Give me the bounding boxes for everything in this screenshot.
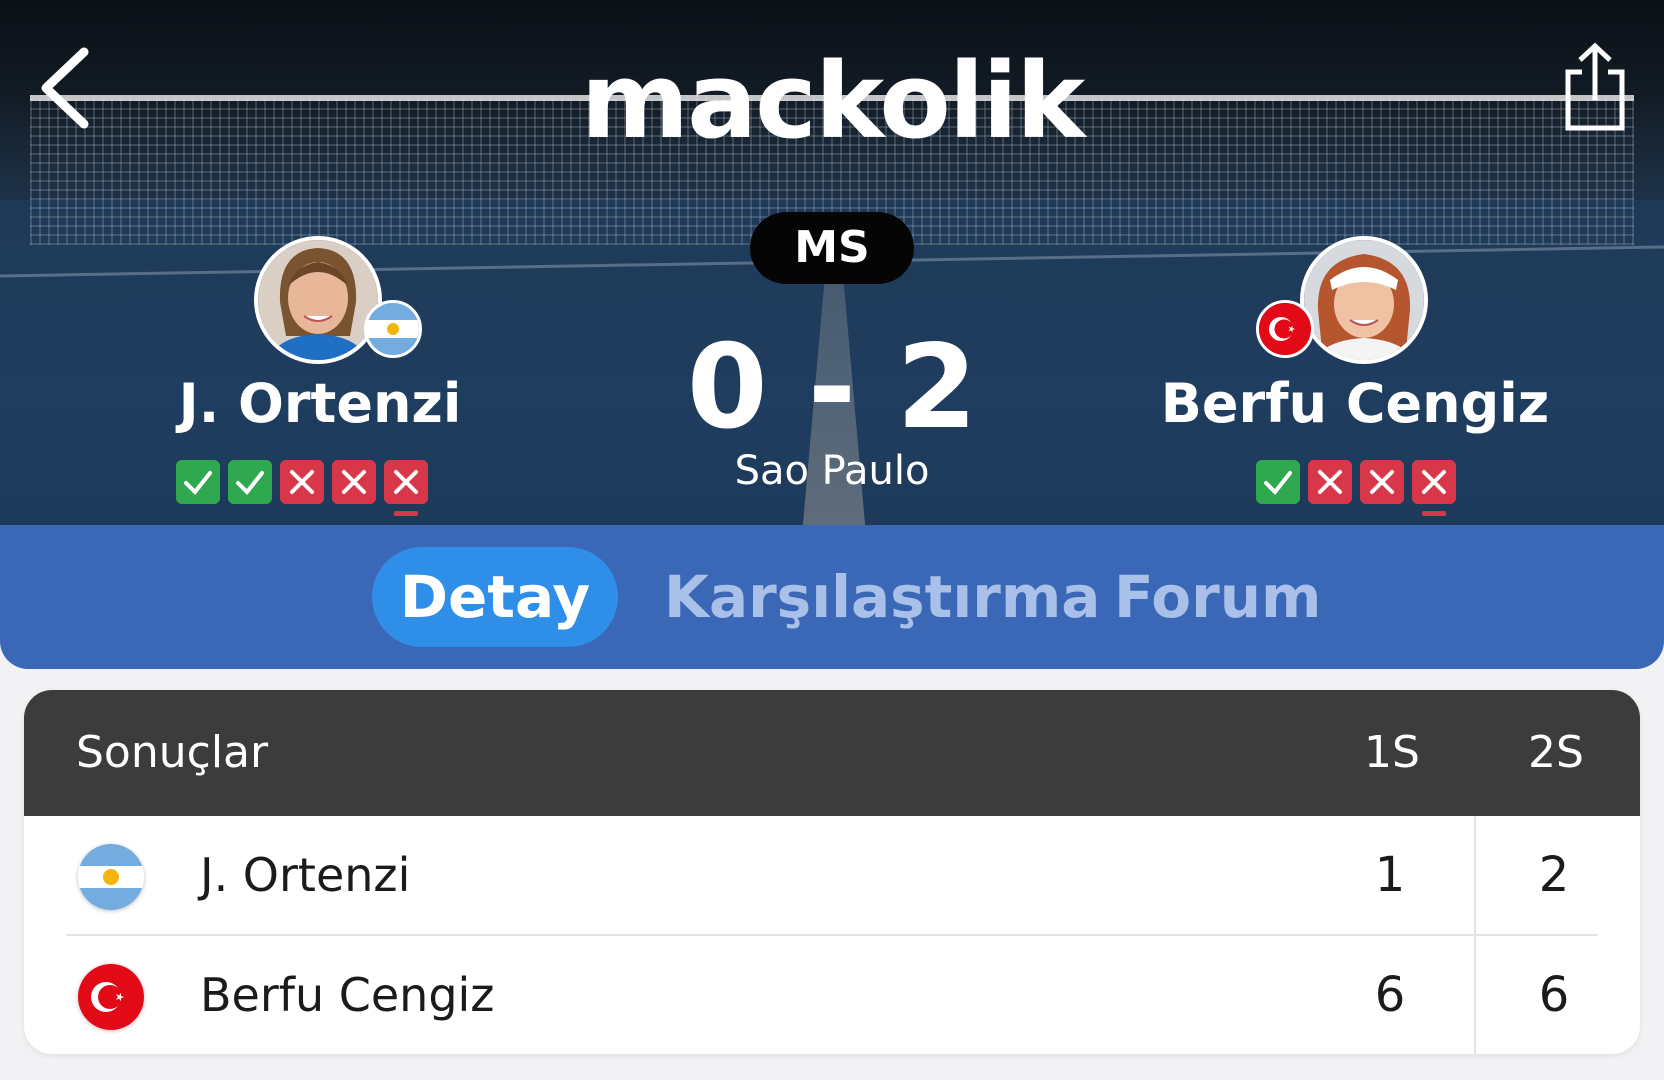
tab-karsilastirma[interactable]: Karşılaştırma [664, 547, 1100, 647]
latest-result-marker [1422, 511, 1446, 516]
turkey-flag-icon [1259, 303, 1311, 355]
turkey-flag-icon [78, 964, 144, 1030]
results-title: Sonuçlar [76, 727, 269, 778]
away-flag-badge [1256, 300, 1314, 358]
tab-detay[interactable]: Detay [372, 547, 618, 647]
check-icon [1264, 471, 1292, 496]
tab-forum[interactable]: Forum [1114, 547, 1321, 647]
match-status-badge: MS [750, 212, 914, 284]
result-player-name: J. Ortenzi [200, 848, 411, 902]
share-icon [1565, 42, 1625, 131]
result-set-1-score: 6 [1374, 967, 1406, 1023]
home-flag-badge [364, 300, 422, 358]
column-set-1: 1S [1364, 727, 1420, 778]
result-row-away[interactable]: Berfu Cengiz 6 6 [24, 936, 1640, 1054]
result-set-2-score: 2 [1538, 847, 1570, 903]
column-set-2: 2S [1528, 727, 1584, 778]
form-win-badge [228, 460, 272, 504]
form-loss-badge [1412, 460, 1456, 516]
tab-bar: Detay Karşılaştırma Forum [0, 525, 1664, 669]
argentina-flag-icon [78, 844, 144, 910]
player-photo-icon [258, 240, 378, 360]
result-row-home[interactable]: J. Ortenzi 1 2 [24, 816, 1640, 934]
match-header: mackolik MS 0 - 2 Sao Paulo J. Ortenzi B… [0, 0, 1664, 530]
result-set-1-score: 1 [1374, 847, 1406, 903]
cross-icon [1370, 470, 1394, 494]
cross-icon [1422, 470, 1446, 494]
away-form-row [1256, 460, 1456, 516]
latest-result-marker [394, 511, 418, 516]
check-icon [236, 471, 264, 496]
cross-icon [342, 470, 366, 494]
form-loss-badge [332, 460, 376, 504]
form-win-badge [1256, 460, 1300, 504]
result-set-2-score: 6 [1538, 967, 1570, 1023]
results-card: Sonuçlar 1S 2S J. Ortenzi 1 2 Berfu Ceng… [24, 690, 1640, 1054]
form-win-badge [176, 460, 220, 504]
form-loss-badge [1308, 460, 1352, 504]
column-divider [1474, 816, 1476, 1054]
argentina-flag-icon [367, 303, 419, 355]
results-header: Sonuçlar 1S 2S [24, 690, 1640, 816]
check-icon [184, 471, 212, 496]
player-photo-icon [1304, 240, 1424, 360]
home-player-avatar[interactable] [254, 236, 382, 364]
form-loss-badge [280, 460, 324, 504]
share-button[interactable] [1560, 42, 1630, 132]
cross-icon [394, 470, 418, 494]
home-form-row [176, 460, 428, 516]
result-player-name: Berfu Cengiz [200, 968, 495, 1022]
cross-icon [1318, 470, 1342, 494]
form-loss-badge [1360, 460, 1404, 504]
brand-logo: mackolik [580, 40, 1085, 162]
cross-icon [290, 470, 314, 494]
away-player-avatar[interactable] [1300, 236, 1428, 364]
form-loss-badge [384, 460, 428, 516]
home-player-name[interactable]: J. Ortenzi [170, 372, 470, 435]
away-player-name[interactable]: Berfu Cengiz [1150, 372, 1560, 435]
